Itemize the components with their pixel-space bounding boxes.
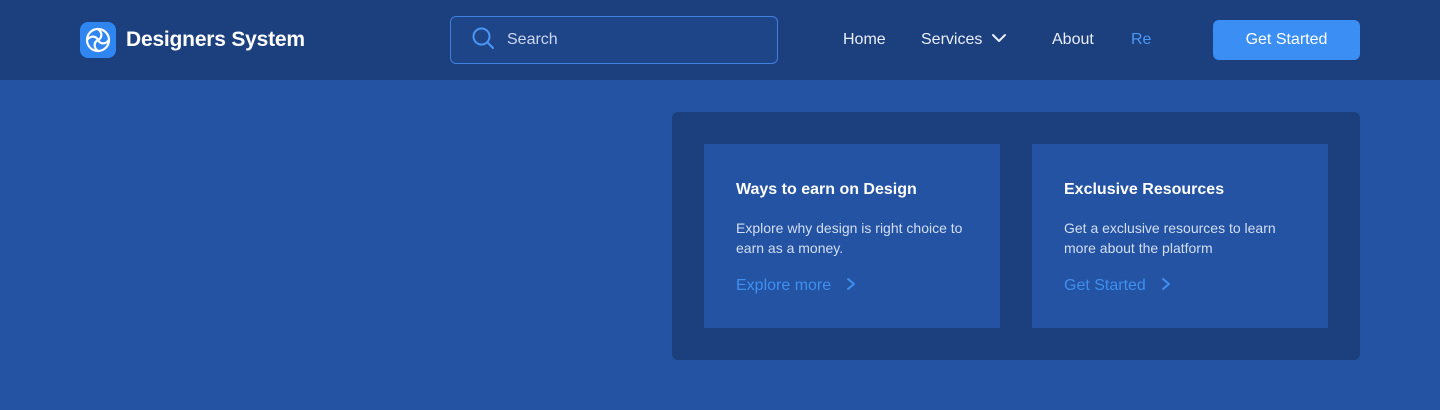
resources-dropdown-panel: Ways to earn on Design Explore why desig… [672, 112, 1360, 360]
card-link-label: Explore more [736, 277, 832, 294]
get-started-link[interactable]: Get Started [1064, 276, 1296, 296]
top-navbar: Designers System Home Services About Re … [0, 0, 1440, 80]
chevron-right-icon [845, 276, 857, 297]
get-started-button[interactable]: Get Started [1213, 20, 1360, 60]
brand[interactable]: Designers System [80, 22, 305, 58]
card-title: Exclusive Resources [1064, 181, 1225, 198]
search-icon [471, 26, 495, 55]
dropdown-card-earn: Ways to earn on Design Explore why desig… [704, 144, 1000, 328]
nav-services[interactable]: Services [921, 30, 1010, 50]
card-link-label: Get Started [1064, 277, 1146, 294]
nav-about[interactable]: About [1052, 30, 1094, 50]
explore-more-link[interactable]: Explore more [736, 276, 968, 296]
card-title: Ways to earn on Design [736, 181, 917, 198]
chevron-down-icon [988, 28, 1010, 53]
nav-home[interactable]: Home [843, 30, 886, 50]
nav-resources[interactable]: Re [1131, 30, 1151, 50]
card-description: Get a exclusive resources to learn more … [1064, 220, 1276, 256]
search-input[interactable] [507, 31, 747, 49]
brand-name: Designers System [126, 28, 305, 51]
dropdown-card-resources: Exclusive Resources Get a exclusive reso… [1032, 144, 1328, 328]
card-description: Explore why design is right choice to ea… [736, 220, 963, 256]
aperture-icon [80, 22, 116, 58]
search-box[interactable] [450, 16, 778, 64]
chevron-right-icon [1160, 276, 1172, 297]
nav-services-label: Services [921, 31, 983, 48]
